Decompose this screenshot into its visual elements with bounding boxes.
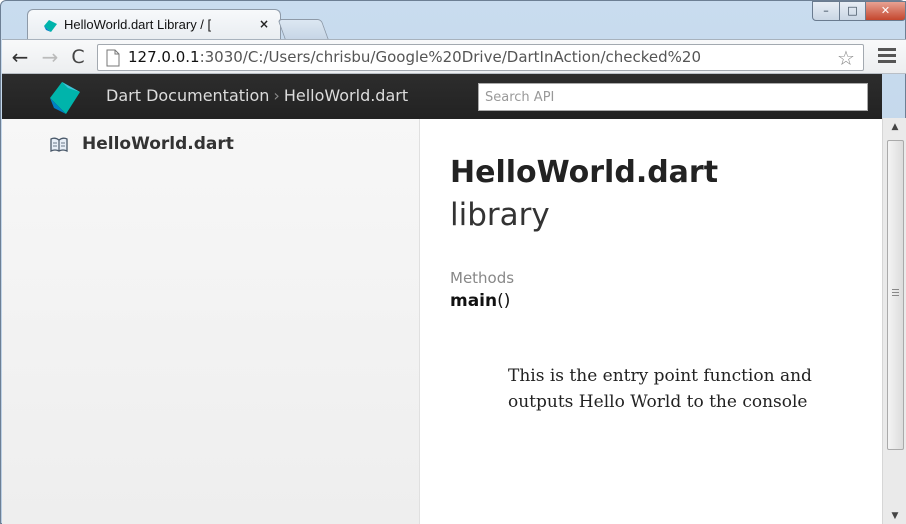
menu-icon[interactable] [878,48,896,64]
doc-navbar: Dart Documentation › HelloWorld.dart [2,74,882,119]
breadcrumb: Dart Documentation › HelloWorld.dart [106,86,408,105]
browser-toolbar: ← → C 127.0.0.1:3030/C:/Users/chrisbu/Go… [2,39,906,74]
page-subtitle: library [450,197,550,233]
scroll-down-arrow-icon[interactable]: ▼ [883,507,906,524]
method-description: This is the entry point function and out… [508,366,812,412]
minimize-icon: – [823,4,829,17]
search-input[interactable] [478,83,868,111]
dart-logo-icon [44,20,57,32]
vertical-scrollbar[interactable]: ▲ ▼ [882,118,906,524]
breadcrumb-separator: › [273,86,280,105]
methods-heading: Methods [450,269,515,287]
reload-icon[interactable]: C [66,46,90,68]
url-host: 127.0.0.1 [128,48,200,66]
main-content: HelloWorld.dart library Methods main() T… [450,119,870,524]
sidebar: HelloWorld.dart [2,119,420,524]
method-parens: () [497,291,511,311]
new-tab-button[interactable] [277,19,329,39]
sidebar-item-helloworld[interactable]: HelloWorld.dart [82,134,234,154]
page-content: Dart Documentation›HelloWorld.dart Hello… [2,74,882,524]
method-name[interactable]: main [450,291,497,311]
page-icon [106,49,120,67]
book-icon [50,137,68,153]
bookmark-star-icon[interactable]: ☆ [837,46,855,70]
grip-icon [892,289,899,298]
tab-close-icon[interactable]: × [256,16,272,32]
scrollbar-thumb[interactable] [887,140,904,450]
forward-arrow-icon[interactable]: → [38,46,62,68]
close-window-button[interactable]: ✕ [865,1,906,21]
tab-active[interactable]: HelloWorld.dart Library / [ × [27,9,281,39]
breadcrumb-root[interactable]: Dart Documentation [106,86,269,105]
url-path: :3030/C:/Users/chrisbu/Google%20Drive/Da… [199,48,701,66]
method-signature[interactable]: main() [450,291,510,311]
minimize-button[interactable]: – [812,1,840,21]
maximize-button[interactable]: □ [839,1,866,21]
browser-window: HelloWorld.dart Library / [ × – □ ✕ ← → … [0,0,906,524]
scroll-up-arrow-icon[interactable]: ▲ [883,118,906,136]
page-title: HelloWorld.dart [450,155,719,190]
tab-title: HelloWorld.dart Library / [ [64,17,212,32]
back-arrow-icon[interactable]: ← [8,46,32,68]
address-bar[interactable]: 127.0.0.1:3030/C:/Users/chrisbu/Google%2… [97,44,864,71]
close-icon: ✕ [880,4,891,17]
dart-logo-icon[interactable] [46,80,82,116]
url-text[interactable]: 127.0.0.1:3030/C:/Users/chrisbu/Google%2… [128,48,834,66]
title-bar: HelloWorld.dart Library / [ × – □ ✕ [1,1,906,39]
maximize-icon: □ [847,4,858,17]
breadcrumb-current[interactable]: HelloWorld.dart [284,86,408,105]
